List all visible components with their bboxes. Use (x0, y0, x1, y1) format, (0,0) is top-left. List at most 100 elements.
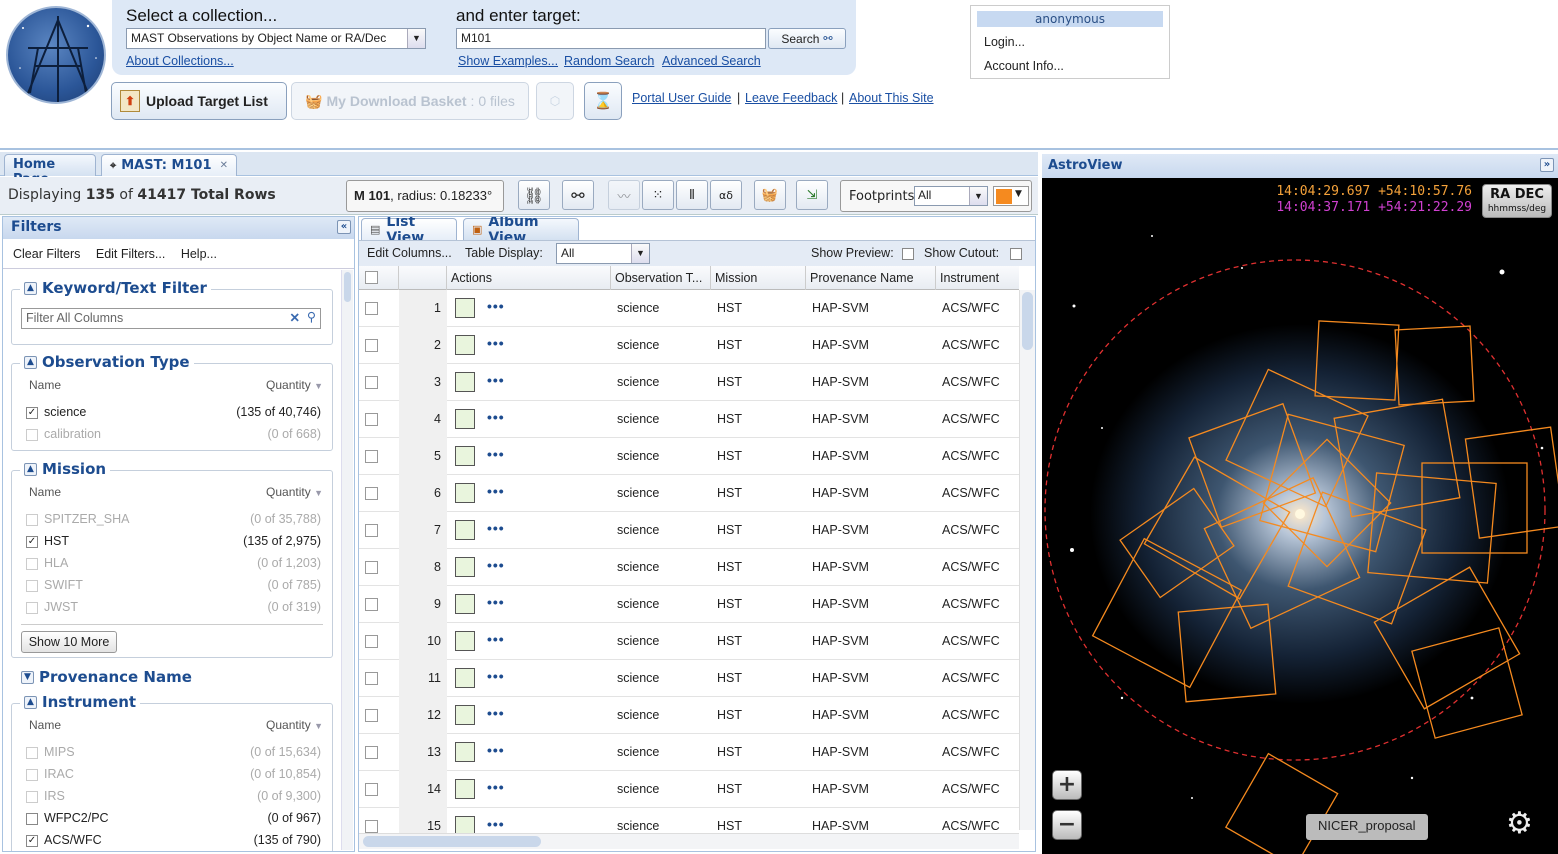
table-row[interactable]: 14 ••• science HST HAP-SVM ACS/WFC (359, 771, 1019, 808)
filter-item[interactable]: ✓ HST (135 of 2,975) (26, 533, 321, 553)
more-actions-icon[interactable]: ••• (487, 290, 505, 323)
portal-user-guide-link[interactable]: Portal User Guide (632, 91, 731, 105)
chevron-down-icon[interactable]: ▼ (407, 29, 425, 48)
add-column-button[interactable]: ⦀ (676, 180, 708, 210)
filter-all-columns-input[interactable]: Filter All Columns ✕ ⚲ (21, 308, 321, 329)
column-header-instrument[interactable]: Instrument (936, 266, 1019, 290)
more-actions-icon[interactable]: ••• (487, 771, 505, 804)
tab-home[interactable]: Home Page (4, 154, 96, 187)
more-actions-icon[interactable]: ••• (487, 438, 505, 471)
edit-note-icon[interactable] (455, 668, 475, 688)
filter-item[interactable]: IRAC (0 of 10,854) (26, 766, 321, 786)
scrollbar-thumb[interactable] (344, 272, 351, 302)
zoom-out-button[interactable]: − (1052, 810, 1082, 840)
checkbox[interactable] (26, 747, 38, 759)
download-basket-button[interactable]: 🧺 My Download Basket: 0 files (291, 82, 529, 120)
checkbox[interactable] (26, 580, 38, 592)
row-checkbox[interactable] (365, 783, 378, 796)
row-checkbox[interactable] (365, 672, 378, 685)
table-horizontal-scrollbar[interactable] (359, 833, 1019, 849)
column-header-observation-type[interactable]: Observation T... (611, 266, 711, 290)
row-checkbox[interactable] (365, 746, 378, 759)
show-examples-link[interactable]: Show Examples... (458, 54, 558, 68)
show-more-button[interactable]: Show 10 More (21, 631, 117, 653)
row-checkbox[interactable] (365, 709, 378, 722)
collapse-icon[interactable]: « (337, 220, 351, 234)
more-actions-icon[interactable]: ••• (487, 697, 505, 730)
more-actions-icon[interactable]: ••• (487, 734, 505, 767)
collapse-toggle-icon[interactable]: ▲ (24, 462, 37, 476)
table-row[interactable]: 5 ••• science HST HAP-SVM ACS/WFC (359, 438, 1019, 475)
checkbox[interactable] (26, 769, 38, 781)
scrollbar-thumb[interactable] (1022, 292, 1033, 350)
table-row[interactable]: 3 ••• science HST HAP-SVM ACS/WFC (359, 364, 1019, 401)
mast-logo[interactable] (6, 6, 106, 104)
edit-note-icon[interactable] (455, 409, 475, 429)
collapse-toggle-icon[interactable]: ▲ (24, 355, 37, 369)
history-button[interactable]: ⌛ (584, 82, 622, 120)
basket-info-button[interactable]: ⬡ (536, 82, 574, 120)
checkbox[interactable] (26, 602, 38, 614)
collection-select[interactable]: MAST Observations by Object Name or RA/D… (126, 28, 426, 49)
tab-mast-m101[interactable]: ⌖ MAST: M101 ✕ (101, 154, 237, 176)
leave-feedback-link[interactable]: Leave Feedback (745, 91, 837, 105)
table-display-select[interactable]: All ▼ (556, 243, 650, 264)
more-actions-icon[interactable]: ••• (487, 660, 505, 693)
filter-item[interactable]: calibration (0 of 668) (26, 426, 321, 446)
more-actions-icon[interactable]: ••• (487, 327, 505, 360)
table-row[interactable]: 6 ••• science HST HAP-SVM ACS/WFC (359, 475, 1019, 512)
edit-note-icon[interactable] (455, 557, 475, 577)
login-item[interactable]: Login... (984, 35, 1169, 49)
spectrum-button[interactable]: 〰 (608, 180, 640, 210)
collapse-toggle-icon[interactable]: ▲ (24, 695, 37, 709)
edit-note-icon[interactable] (455, 483, 475, 503)
tab-album-view[interactable]: ▣ Album View (463, 217, 579, 246)
edit-filters-link[interactable]: Edit Filters... (96, 247, 165, 261)
account-info-item[interactable]: Account Info... (984, 59, 1169, 73)
checkbox[interactable] (26, 429, 38, 441)
show-preview-checkbox[interactable] (902, 248, 914, 260)
search-icon[interactable]: ⚲ (307, 309, 316, 324)
checkbox[interactable]: ✓ (26, 835, 38, 847)
row-checkbox[interactable] (365, 561, 378, 574)
table-row[interactable]: 9 ••• science HST HAP-SVM ACS/WFC (359, 586, 1019, 623)
more-actions-icon[interactable]: ••• (487, 512, 505, 545)
table-row[interactable]: 7 ••• science HST HAP-SVM ACS/WFC (359, 512, 1019, 549)
quantity-header[interactable]: Quantity ▼ (266, 378, 323, 392)
more-actions-icon[interactable]: ••• (487, 475, 505, 508)
row-checkbox[interactable] (365, 376, 378, 389)
row-checkbox[interactable] (365, 524, 378, 537)
edit-note-icon[interactable] (455, 372, 475, 392)
column-header-actions[interactable]: Actions (447, 266, 611, 290)
close-icon[interactable]: ✕ (220, 160, 228, 171)
radec-format-button[interactable]: RA DEC hhmmss/deg (1482, 184, 1552, 218)
more-actions-icon[interactable]: ••• (487, 549, 505, 582)
table-row[interactable]: 2 ••• science HST HAP-SVM ACS/WFC (359, 327, 1019, 364)
about-collections-link[interactable]: About Collections... (126, 54, 234, 68)
more-actions-icon[interactable]: ••• (487, 586, 505, 619)
provenance-filter[interactable]: ▼ Provenance Name (21, 668, 192, 686)
table-vertical-scrollbar[interactable] (1019, 290, 1035, 830)
edit-note-icon[interactable] (455, 631, 475, 651)
quantity-header[interactable]: Quantity ▼ (266, 718, 323, 732)
checkbox[interactable] (26, 558, 38, 570)
about-site-link[interactable]: About This Site (849, 91, 934, 105)
footprint-color-picker[interactable]: ▼ (993, 186, 1029, 206)
checkbox[interactable] (26, 813, 38, 825)
table-row[interactable]: 13 ••• science HST HAP-SVM ACS/WFC (359, 734, 1019, 771)
column-header-mission[interactable]: Mission (711, 266, 806, 290)
link-button[interactable]: ⛓ (518, 180, 550, 210)
binoculars-button[interactable]: ⚯ (562, 180, 594, 210)
edit-note-icon[interactable] (455, 520, 475, 540)
filter-item[interactable]: WFPC2/PC (0 of 967) (26, 810, 321, 830)
filter-item[interactable]: HLA (0 of 1,203) (26, 555, 321, 575)
filter-item[interactable]: MIPS (0 of 15,634) (26, 744, 321, 764)
filter-item[interactable]: ✓ science (135 of 40,746) (26, 404, 321, 424)
edit-columns-link[interactable]: Edit Columns... (367, 246, 452, 260)
checkbox[interactable] (26, 791, 38, 803)
filter-item[interactable]: ✓ ACS/WFC (135 of 790) (26, 832, 321, 851)
edit-note-icon[interactable] (455, 779, 475, 799)
table-row[interactable]: 8 ••• science HST HAP-SVM ACS/WFC (359, 549, 1019, 586)
edit-note-icon[interactable] (455, 594, 475, 614)
clear-filters-link[interactable]: Clear Filters (13, 247, 80, 261)
